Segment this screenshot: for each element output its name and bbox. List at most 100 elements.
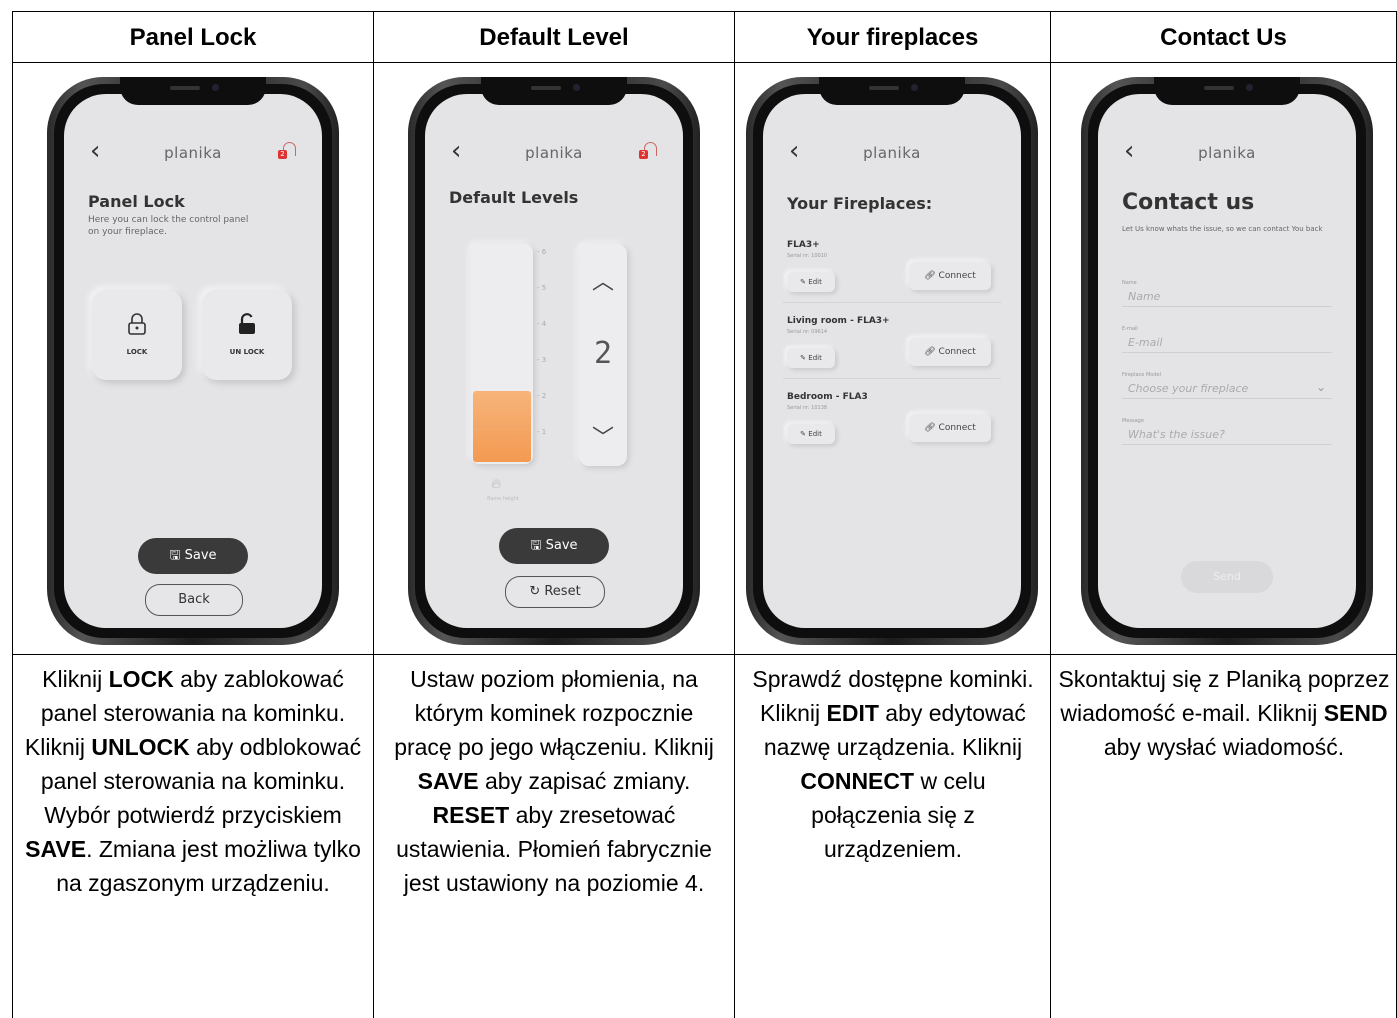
header-contact-us: Contact Us [1160, 24, 1287, 51]
edit-button[interactable]: ✎ Edit [787, 272, 835, 292]
edit-icon: ✎ [800, 430, 807, 438]
unlock-label: UN LOCK [229, 348, 265, 356]
email-field-label: E-mail [1122, 326, 1138, 332]
description-keyword: SAVE [417, 768, 479, 794]
connect-button[interactable]: 🔗︎ Connect [909, 262, 991, 290]
page-title: Your Fireplaces: [787, 194, 933, 213]
unlock-button[interactable]: UN LOCK [202, 290, 292, 380]
phone-contact-us: ‹ planika Contact us Let Us know whats t… [1081, 77, 1373, 645]
description-keyword: SEND [1323, 700, 1388, 726]
send-button[interactable]: Send [1181, 561, 1273, 593]
brand-logo: planika [1198, 144, 1256, 162]
phone-default-level: ‹ planika 2 Default Levels - 6- 5- 4- 3-… [408, 77, 700, 645]
col-divider-0 [12, 11, 13, 1018]
fireplace-model-select[interactable]: Choose your fireplace [1128, 382, 1248, 395]
chevron-down-icon[interactable]: ⌄ [1316, 380, 1326, 394]
description-text: Ustaw poziom płomienia, na którym komine… [394, 666, 714, 760]
connect-label: Connect [938, 423, 976, 433]
description-panel-lock: Kliknij LOCK aby zablokować panel sterow… [19, 662, 367, 900]
description-keyword: EDIT [826, 700, 879, 726]
email-field-underline [1122, 352, 1332, 353]
page-subtitle: Let Us know whats the issue, so we can c… [1122, 225, 1323, 233]
bell-icon[interactable]: 2 [278, 142, 296, 162]
back-button[interactable]: Back [145, 584, 243, 616]
unlock-icon [202, 312, 292, 342]
model-field-underline [1122, 398, 1332, 399]
fireplace-name: FLA3+ [787, 240, 820, 250]
page-title: Panel Lock [88, 192, 185, 211]
save-label: Save [545, 538, 578, 553]
description-text: aby wysłać wiadomość. [1103, 734, 1345, 760]
flame-level-gauge [471, 244, 533, 464]
edit-icon: ✎ [800, 354, 807, 362]
link-icon: 🔗︎ [924, 423, 936, 433]
page-title: Contact us [1122, 190, 1255, 215]
fireplace-name: Bedroom - FLA3 [787, 392, 868, 402]
link-icon: 🔗︎ [924, 271, 936, 281]
connect-button[interactable]: 🔗︎ Connect [909, 414, 991, 442]
reset-button[interactable]: ↻ Reset [505, 576, 605, 608]
header-your-fireplaces: Your fireplaces [806, 24, 979, 51]
message-field[interactable]: What's the issue? [1128, 428, 1225, 441]
level-tick-label: - 3 [537, 356, 547, 364]
edit-label: Edit [808, 354, 822, 362]
lock-label: LOCK [126, 348, 148, 356]
description-your-fireplaces: Sprawdź dostępne kominki. Kliknij EDIT a… [752, 662, 1034, 866]
col-divider-2 [734, 11, 735, 1018]
fireplace-serial: Serial nr: 09614 [787, 329, 828, 335]
description-contact-us: Skontaktuj się z Planiką poprzez wiadomo… [1058, 662, 1390, 764]
connect-label: Connect [938, 347, 976, 357]
flame-caption: flame height [487, 496, 519, 502]
save-button[interactable]: 🖫 Save [499, 528, 609, 564]
bell-icon[interactable]: 2 [639, 142, 657, 162]
level-stepper[interactable]: ︿ 2 ﹀ [579, 244, 627, 466]
header-default-level: Default Level [479, 24, 629, 51]
chevron-down-icon[interactable]: ﹀ [579, 420, 627, 452]
message-field-underline [1122, 444, 1332, 445]
list-divider [783, 302, 1001, 303]
link-icon: 🔗︎ [924, 347, 936, 357]
name-field-label: Name [1122, 280, 1137, 286]
description-default-level: Ustaw poziom płomienia, na którym komine… [392, 662, 716, 900]
flame-icon: 🔥︎ [491, 476, 502, 492]
screen-default-level: ‹ planika 2 Default Levels - 6- 5- 4- 3-… [425, 94, 683, 628]
name-field-underline [1122, 306, 1332, 307]
level-tick-label: - 4 [537, 320, 547, 328]
flame-level-fill [473, 391, 531, 462]
col-divider-3 [1050, 11, 1051, 1018]
edit-button[interactable]: ✎ Edit [787, 424, 835, 444]
save-icon: 🖫 [530, 538, 542, 553]
description-keyword: UNLOCK [91, 734, 190, 760]
header-panel-lock: Panel Lock [129, 24, 257, 51]
flame-level-segment [473, 425, 531, 427]
page-title: Default Levels [449, 188, 579, 207]
name-field[interactable]: Name [1128, 290, 1160, 303]
description-keyword: CONNECT [800, 768, 915, 794]
col-divider-1 [373, 11, 374, 1018]
chevron-up-icon[interactable]: ︿ [579, 264, 627, 296]
list-divider [783, 378, 1001, 379]
edit-label: Edit [808, 430, 822, 438]
notification-badge: 2 [639, 150, 648, 159]
model-field-label: Fireplace Model [1122, 372, 1161, 378]
image-row-divider [12, 654, 1397, 655]
fireplace-name: Living room - FLA3+ [787, 316, 890, 326]
connect-button[interactable]: 🔗︎ Connect [909, 338, 991, 366]
description-keyword: SAVE [25, 836, 87, 862]
page-subtitle: Here you can lock the control panel on y… [88, 215, 249, 237]
table-border-top [12, 11, 1397, 12]
description-text: . Zmiana jest możliwa tylko na zgaszonym… [56, 836, 361, 896]
edit-button[interactable]: ✎ Edit [787, 348, 835, 368]
email-field[interactable]: E-mail [1128, 336, 1163, 349]
lock-icon [92, 312, 182, 342]
connect-label: Connect [938, 271, 976, 281]
notification-badge: 2 [278, 150, 287, 159]
header-row-divider [12, 62, 1397, 63]
level-tick-label: - 2 [537, 392, 547, 400]
save-button[interactable]: 🖫 Save [138, 538, 248, 574]
lock-button[interactable]: LOCK [92, 290, 182, 380]
message-field-label: Message [1122, 418, 1144, 424]
description-text: aby zapisać zmiany. [478, 768, 691, 794]
edit-icon: ✎ [800, 278, 807, 286]
level-tick-label: - 5 [537, 284, 547, 292]
